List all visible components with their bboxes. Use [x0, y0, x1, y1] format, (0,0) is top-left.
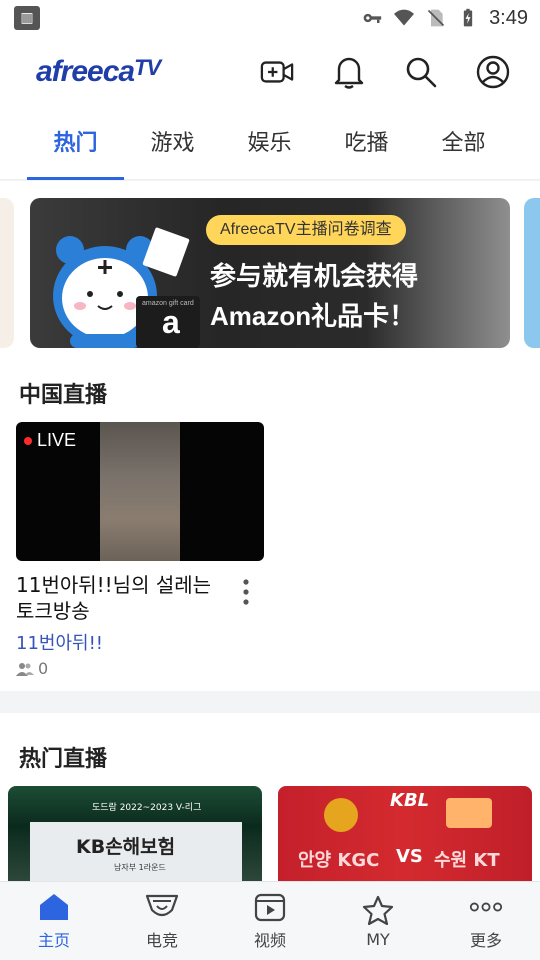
live-badge-label: LIVE [37, 430, 77, 450]
bell-icon [334, 57, 364, 89]
tab-entertainment[interactable]: 娱乐 [221, 108, 318, 180]
tab-all[interactable]: 全部 [415, 108, 512, 180]
category-tabs: 热门 游戏 娱乐 吃播 全部 [0, 108, 540, 180]
nav-more[interactable]: 更多 [432, 882, 540, 960]
video-camera-add-icon [260, 61, 294, 83]
home-team: 안양 KGC [298, 850, 380, 871]
banner-carousel: amazon gift card a AfreecaTV主播问卷调查 参与就有机… [0, 181, 540, 367]
team-panel: KB손해보험 남자부 1라운드 [30, 822, 242, 881]
banner-headline-1: 参与就有机会获得 [210, 262, 419, 292]
status-bar: ▥ 3:49 [0, 0, 540, 36]
tab-mukbang[interactable]: 吃播 [318, 108, 415, 180]
nav-video[interactable]: 视频 [216, 882, 324, 960]
search-icon [406, 57, 437, 88]
banner-pill: AfreecaTV主播问卷调查 [206, 215, 406, 245]
vpn-key-icon [363, 13, 382, 23]
section-title-china-live: 中国直播 [19, 383, 108, 408]
banner-previous-peek[interactable] [0, 198, 14, 348]
profile-button[interactable] [476, 55, 510, 89]
status-icons: 3:49 [361, 7, 528, 30]
app-bar: afreecaTV [0, 36, 540, 108]
app-notification-icon: ▥ [14, 6, 40, 30]
bottom-navigation: 主页 电竞 视频 MY 更多 [0, 881, 540, 960]
main-content: amazon gift card a AfreecaTV主播问卷调查 参与就有机… [0, 181, 540, 881]
stream-thumbnail[interactable]: LIVE [16, 422, 264, 561]
nav-home-label: 主页 [37, 931, 70, 950]
battery-charging-icon [463, 8, 473, 27]
nav-esports-label: 电竞 [145, 931, 178, 950]
streamer-name[interactable]: 11번아뒤!! [16, 629, 103, 655]
amazon-giftcard: amazon gift card a [136, 296, 200, 348]
stream-title[interactable]: 11번아뒤!!님의 설레는 토크방송 [16, 572, 226, 624]
wifi-icon [394, 9, 415, 26]
kt-logo-icon [446, 798, 492, 828]
notifications-button[interactable] [332, 55, 366, 89]
section-title-hot-live: 热门直播 [19, 747, 108, 772]
amazon-logo-icon: a [162, 304, 180, 340]
team-name: KB손해보험 [76, 836, 176, 858]
nav-more-label: 更多 [469, 931, 502, 950]
no-sim-icon [427, 9, 445, 27]
home-icon [40, 894, 68, 920]
hot-live-section: 热门直播 도드람 2022~2023 V-리그 KB손해보험 남자부 1라운드 … [0, 713, 540, 881]
kgc-logo-icon [324, 798, 358, 832]
hot-live-card-1[interactable]: 도드람 2022~2023 V-리그 KB손해보험 남자부 1라운드 [8, 786, 262, 881]
nav-home[interactable]: 主页 [0, 882, 108, 960]
versus-label: VS [396, 846, 423, 867]
viewer-count: 0 [16, 659, 48, 678]
afreecatv-logo[interactable]: afreecaTV [36, 55, 161, 89]
banner-next-peek[interactable] [524, 198, 540, 348]
viewers-icon [16, 662, 34, 676]
hot-live-card-2[interactable]: KBL 안양 KGC VS 수원 KT [278, 786, 532, 881]
profile-icon [476, 55, 510, 89]
nav-my-label: MY [366, 929, 390, 949]
logo-main-text: afreeca [36, 55, 135, 88]
more-options-icon[interactable] [238, 577, 254, 607]
live-dot-icon [24, 436, 32, 445]
stream-preview-image [100, 422, 180, 561]
trophy-icon [145, 894, 179, 917]
banner-headline-2: Amazon礼品卡！ [210, 301, 416, 331]
search-button[interactable] [404, 55, 438, 89]
survey-banner[interactable]: amazon gift card a AfreecaTV主播问卷调查 参与就有机… [30, 198, 510, 348]
logo-suffix-text: TV [134, 55, 161, 80]
go-live-button[interactable] [260, 55, 294, 89]
live-badge: LIVE [24, 430, 76, 451]
tab-hot[interactable]: 热门 [27, 108, 124, 180]
viewer-count-value: 0 [38, 659, 49, 678]
nav-my[interactable]: MY [324, 882, 432, 960]
more-horizontal-icon [469, 902, 503, 912]
league-caption: 도드람 2022~2023 V-리그 [92, 803, 202, 813]
nav-video-label: 视频 [253, 931, 286, 950]
status-time: 3:49 [489, 6, 528, 29]
tab-games[interactable]: 游戏 [124, 108, 221, 180]
china-live-section: 中国直播 LIVE 11번아뒤!!님의 설레는 토크방송 11번아뒤!! 0 [0, 367, 540, 691]
round-caption: 남자부 1라운드 [114, 863, 166, 872]
nav-esports[interactable]: 电竞 [108, 882, 216, 960]
video-play-icon [254, 893, 286, 922]
away-team: 수원 KT [434, 850, 500, 871]
star-icon [362, 895, 394, 925]
kbl-logo-icon: KBL [390, 790, 430, 811]
